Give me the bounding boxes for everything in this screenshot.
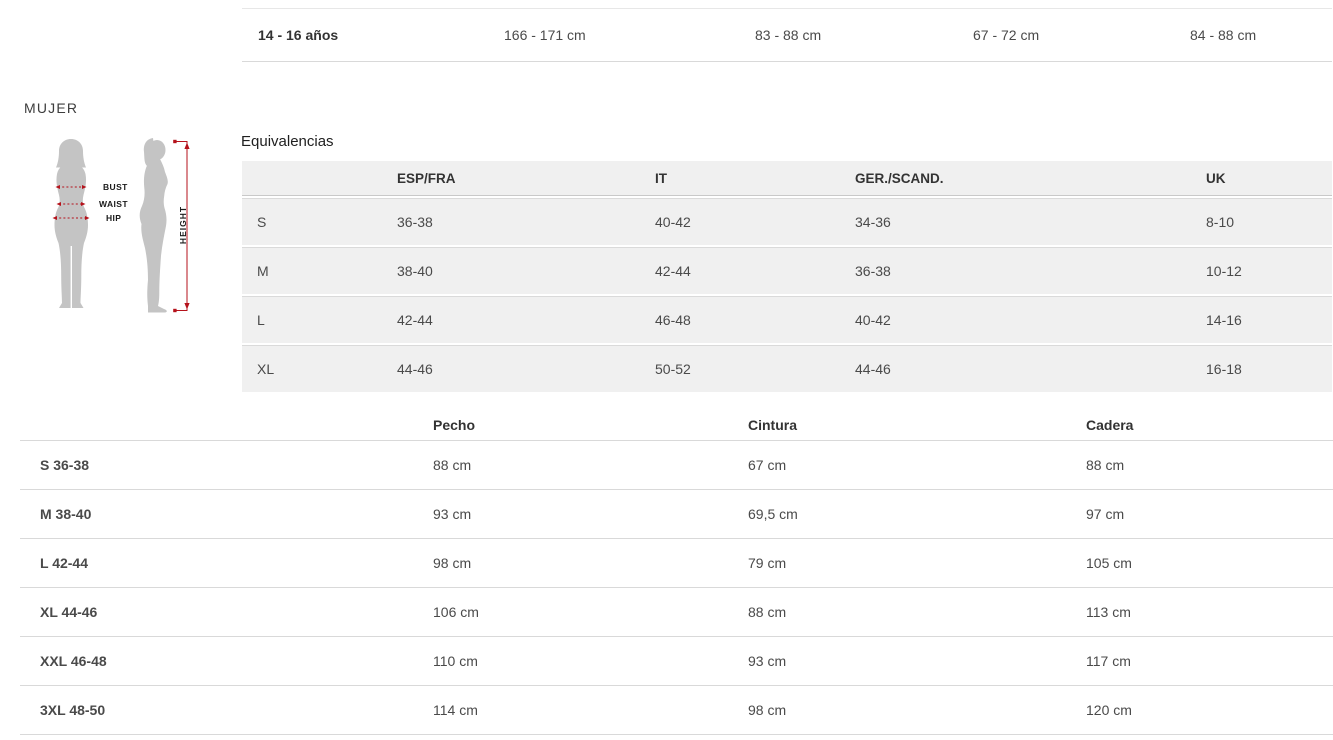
section-title-mujer: MUJER — [24, 100, 78, 116]
table-cell: 106 cm — [433, 604, 748, 620]
previous-size-table-row: 14 - 16 años 166 - 171 cm 83 - 88 cm 67 … — [242, 8, 1332, 62]
waist-range-cell: 67 - 72 cm — [957, 27, 1174, 43]
table-cell: 42-44 — [640, 263, 840, 279]
table-row: S 36-38 40-42 34-36 8-10 — [242, 198, 1332, 245]
table-cell: 67 cm — [748, 457, 1086, 473]
column-header-cintura: Cintura — [748, 417, 1086, 433]
table-row: 3XL 48-50 114 cm 98 cm 120 cm — [20, 685, 1333, 735]
size-cell: 3XL 48-50 — [20, 702, 433, 718]
table-cell: 93 cm — [748, 653, 1086, 669]
table-cell: 10-12 — [1191, 263, 1332, 279]
table-cell: 36-38 — [382, 214, 640, 230]
table-cell: 14-16 — [1191, 312, 1332, 328]
side-figure-silhouette — [140, 138, 168, 313]
table-cell: 88 cm — [1086, 457, 1333, 473]
table-cell: 79 cm — [748, 555, 1086, 571]
size-cell: XL — [242, 361, 382, 377]
table-cell: 46-48 — [640, 312, 840, 328]
column-header-cadera: Cadera — [1086, 417, 1333, 433]
column-header-ger-scand: GER./SCAND. — [840, 171, 1191, 186]
table-cell: 34-36 — [840, 214, 1191, 230]
size-cell: M 38-40 — [20, 506, 433, 522]
chest-range-cell: 83 - 88 cm — [739, 27, 957, 43]
table-cell: 114 cm — [433, 702, 748, 718]
column-header-it: IT — [640, 171, 840, 186]
table-cell: 97 cm — [1086, 506, 1333, 522]
size-cell: XXL 46-48 — [20, 653, 433, 669]
table-row: L 42-44 98 cm 79 cm 105 cm — [20, 538, 1333, 587]
height-label: HEIGHT — [178, 206, 188, 244]
equivalencias-header-row: ESP/FRA IT GER./SCAND. UK — [242, 161, 1332, 196]
equivalencias-table: ESP/FRA IT GER./SCAND. UK S 36-38 40-42 … — [242, 161, 1332, 392]
table-row: XL 44-46 106 cm 88 cm 113 cm — [20, 587, 1333, 636]
column-header-pecho: Pecho — [433, 417, 748, 433]
size-cell: S 36-38 — [20, 457, 433, 473]
table-cell: 36-38 — [840, 263, 1191, 279]
table-cell: 98 cm — [433, 555, 748, 571]
table-row: XXL 46-48 110 cm 93 cm 117 cm — [20, 636, 1333, 685]
table-row: XL 44-46 50-52 44-46 16-18 — [242, 345, 1332, 392]
table-cell: 44-46 — [840, 361, 1191, 377]
table-row: S 36-38 88 cm 67 cm 88 cm — [20, 440, 1333, 489]
table-row: M 38-40 93 cm 69,5 cm 97 cm — [20, 489, 1333, 538]
waist-label: WAIST — [99, 199, 128, 209]
size-cell: S — [242, 214, 382, 230]
table-cell: 113 cm — [1086, 604, 1333, 620]
table-cell: 40-42 — [840, 312, 1191, 328]
table-cell: 117 cm — [1086, 653, 1333, 669]
table-cell: 120 cm — [1086, 702, 1333, 718]
equivalencias-title: Equivalencias — [241, 133, 334, 150]
body-measure-figure: BUST WAIST HIP HEIGHT — [40, 130, 240, 328]
column-header-uk: UK — [1191, 171, 1332, 186]
table-cell: 88 cm — [748, 604, 1086, 620]
measurements-table: Pecho Cintura Cadera S 36-38 88 cm 67 cm… — [20, 410, 1333, 735]
hip-range-cell: 84 - 88 cm — [1174, 27, 1332, 43]
bust-label: BUST — [103, 182, 128, 192]
table-cell: 38-40 — [382, 263, 640, 279]
table-cell: 93 cm — [433, 506, 748, 522]
table-cell: 98 cm — [748, 702, 1086, 718]
front-figure-silhouette — [55, 139, 89, 308]
table-row: M 38-40 42-44 36-38 10-12 — [242, 247, 1332, 294]
table-cell: 16-18 — [1191, 361, 1332, 377]
table-row: L 42-44 46-48 40-42 14-16 — [242, 296, 1332, 343]
size-cell: XL 44-46 — [20, 604, 433, 620]
table-cell: 40-42 — [640, 214, 840, 230]
table-cell: 8-10 — [1191, 214, 1332, 230]
table-cell: 88 cm — [433, 457, 748, 473]
table-cell: 42-44 — [382, 312, 640, 328]
table-cell: 44-46 — [382, 361, 640, 377]
size-cell: L 42-44 — [20, 555, 433, 571]
size-cell: M — [242, 263, 382, 279]
table-cell: 69,5 cm — [748, 506, 1086, 522]
measurements-header-row: Pecho Cintura Cadera — [20, 410, 1333, 440]
column-header-esp-fra: ESP/FRA — [382, 171, 640, 186]
age-range-cell: 14 - 16 años — [242, 27, 488, 43]
table-cell: 50-52 — [640, 361, 840, 377]
table-cell: 105 cm — [1086, 555, 1333, 571]
height-range-cell: 166 - 171 cm — [488, 27, 739, 43]
table-cell: 110 cm — [433, 653, 748, 669]
hip-label: HIP — [106, 213, 121, 223]
size-cell: L — [242, 312, 382, 328]
